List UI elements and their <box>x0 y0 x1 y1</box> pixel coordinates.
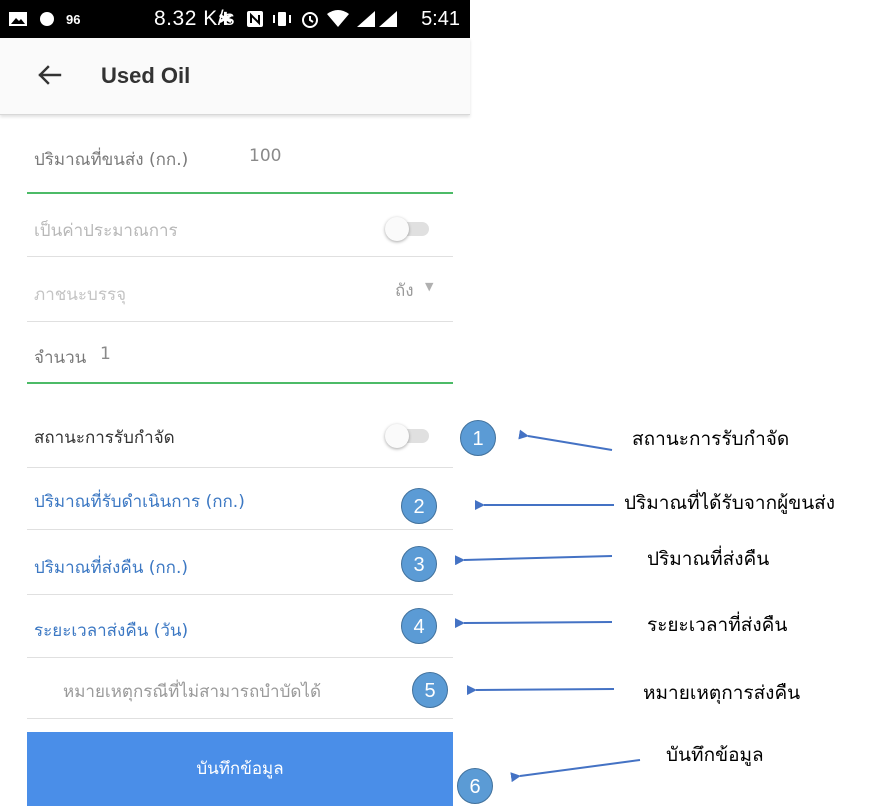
annotation-arrow-5 <box>466 685 615 696</box>
estimated-label: เป็นค่าประมาณการ <box>34 221 178 241</box>
estimated-row: เป็นค่าประมาณการ <box>27 195 453 255</box>
annotation-text-3: ปริมาณที่ส่งคืน <box>647 548 770 570</box>
quantity-label: จำนวน <box>34 348 87 368</box>
reason-textarea[interactable]: หมายเหตุกรณีที่ไม่สามารถบำบัดได้ <box>27 658 453 718</box>
disposal-status-toggle[interactable] <box>385 424 431 448</box>
back-arrow-icon[interactable] <box>34 60 64 90</box>
transported-amount-label: ปริมาณที่ขนส่ง (กก.) <box>34 150 189 170</box>
transported-amount-underline <box>27 192 453 194</box>
annotation-text-5: หมายเหตุการส่งคืน <box>643 682 801 704</box>
reason-placeholder: หมายเหตุกรณีที่ไม่สามารถบำบัดได้ <box>63 682 321 702</box>
signal-icon-1 <box>357 11 375 27</box>
quantity-underline <box>27 382 453 384</box>
page-title: Used Oil <box>101 63 191 88</box>
disposal-status-toggle-knob <box>385 424 409 448</box>
annotation-badge-6: 6 <box>457 768 493 804</box>
return-period-label: ระยะเวลาส่งคืน (วัน) <box>34 621 189 641</box>
circle-notification-icon <box>40 12 54 26</box>
signal-icon-2 <box>379 11 397 27</box>
alarm-icon <box>302 12 318 28</box>
returned-amount-field[interactable]: ปริมาณที่ส่งคืน (กก.) <box>27 530 453 594</box>
quantity-value: 1 <box>100 344 111 364</box>
container-row[interactable]: ภาชนะบรรจุ ถัง ▼ <box>27 257 453 321</box>
annotation-badge-4: 4 <box>401 608 437 644</box>
container-value: ถัง <box>395 281 414 301</box>
estimated-toggle-knob <box>385 217 409 241</box>
estimated-toggle[interactable] <box>385 217 431 241</box>
annotation-badge-5: 5 <box>412 672 448 708</box>
transported-amount-field[interactable]: ปริมาณที่ขนส่ง (กก.) 100 <box>27 138 453 192</box>
annotation-arrow-6 <box>510 759 641 783</box>
received-amount-label: ปริมาณที่รับดำเนินการ (กก.) <box>34 492 245 512</box>
annotation-arrow-4 <box>454 618 613 629</box>
container-label: ภาชนะบรรจุ <box>34 285 127 305</box>
status-bar: 96 8.32 K/s ✱ 5:41 <box>0 0 470 38</box>
annotation-arrow-1 <box>518 429 613 451</box>
chevron-down-icon: ▼ <box>425 280 434 293</box>
vibrate-icon <box>273 12 291 26</box>
received-amount-field[interactable]: ปริมาณที่รับดำเนินการ (กก.) <box>27 468 453 528</box>
annotation-text-6: บันทึกข้อมูล <box>666 744 764 766</box>
annotation-badge-2: 2 <box>401 488 437 524</box>
divider <box>27 718 453 719</box>
save-button[interactable]: บันทึกข้อมูล <box>27 732 453 806</box>
annotation-arrow-3 <box>454 555 613 566</box>
return-period-field[interactable]: ระยะเวลาส่งคืน (วัน) <box>27 595 453 657</box>
clock-time: 5:41 <box>421 7 460 30</box>
annotation-text-4: ระยะเวลาที่ส่งคืน <box>647 614 788 636</box>
disposal-status-label: สถานะการรับกำจัด <box>34 428 175 448</box>
wifi-icon <box>327 10 349 27</box>
image-notification-icon <box>9 12 27 26</box>
disposal-status-row: สถานะการรับกำจัด <box>27 404 453 466</box>
quantity-field[interactable]: จำนวน 1 <box>27 322 453 382</box>
annotation-badge-1: 1 <box>460 420 496 456</box>
annotation-text-2: ปริมาณที่ได้รับจากผู้ขนส่ง <box>624 492 836 514</box>
app-bar: Used Oil <box>0 38 470 115</box>
nfc-icon <box>247 11 263 27</box>
notification-count: 96 <box>66 11 81 27</box>
bluetooth-icon: ✱ <box>217 8 233 29</box>
status-bar-left: 96 <box>8 0 80 38</box>
annotation-badge-3: 3 <box>401 546 437 582</box>
annotation-text-1: สถานะการรับกำจัด <box>632 428 790 450</box>
transported-amount-value: 100 <box>249 146 282 166</box>
status-icons: ✱ 5:41 <box>218 0 460 38</box>
returned-amount-label: ปริมาณที่ส่งคืน (กก.) <box>34 558 188 578</box>
phone-screen: 96 8.32 K/s ✱ 5:41 Used Oil ปริมาณที่ขนส… <box>0 0 470 806</box>
